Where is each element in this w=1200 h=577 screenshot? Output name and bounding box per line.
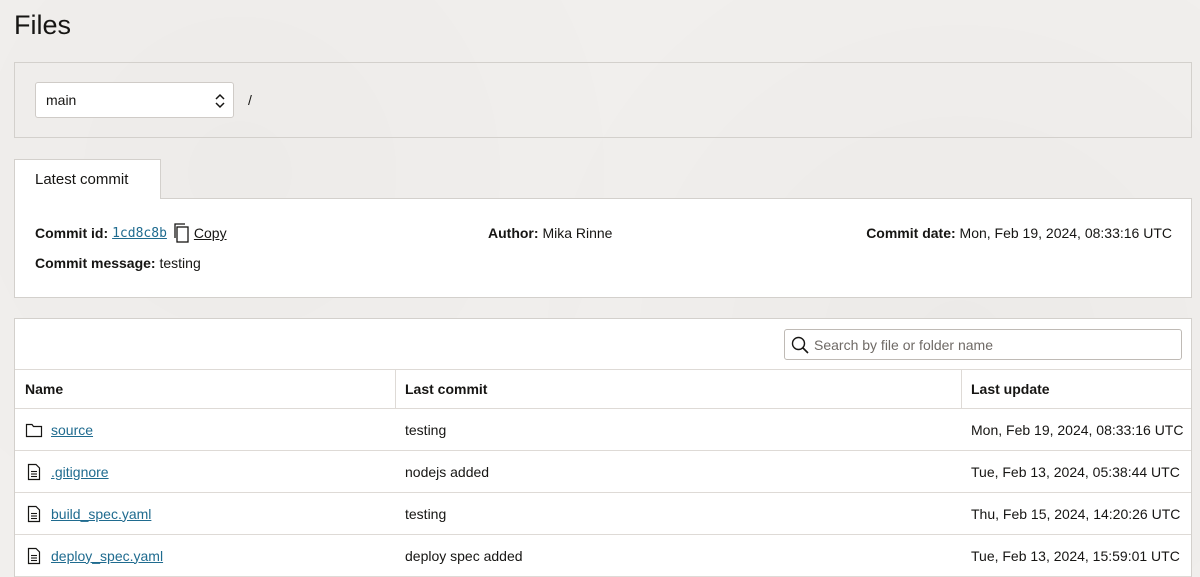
last-commit-cell: nodejs added [405,463,490,480]
file-name-cell: build_spec.yaml [25,493,395,534]
column-header-last-commit[interactable]: Last commit [405,370,965,408]
last-update-cell: Tue, Feb 13, 2024, 15:59:01 UTC [971,547,1180,564]
folder-icon [25,423,43,437]
commit-message-value: testing [159,255,201,271]
file-icon [27,505,41,522]
commit-date-value: Mon, Feb 19, 2024, 08:33:16 UTC [959,225,1172,241]
file-name-link[interactable]: build_spec.yaml [51,506,151,522]
commit-id-link[interactable]: 1cd8c8b [112,226,167,241]
last-update-cell: Thu, Feb 15, 2024, 14:20:26 UTC [971,505,1181,522]
path-separator: / [248,92,252,108]
commit-id-row: Commit id: 1cd8c8b Copy [35,223,227,243]
table-row: .gitignore nodejs added Tue, Feb 13, 2024,… [15,451,1191,493]
commit-date: Commit date: Mon, Feb 19, 2024, 08:33:16… [866,225,1172,241]
commit-message-label: Commit message: [35,255,156,271]
file-name-cell: source [25,409,395,450]
author-label: Author: [488,225,539,241]
copy-icon[interactable] [173,223,189,243]
file-icon [27,463,41,480]
search-icon [791,336,809,354]
table-header-row: Name Last commit Last update [15,369,1191,409]
files-table: Name Last commit Last update source testi… [15,369,1191,577]
files-panel: Search by file or folder name Name Last … [14,318,1192,577]
table-row: build_spec.yaml testing Thu, Feb 15, 2024,… [15,493,1191,535]
commit-date-label: Commit date: [866,225,956,241]
page-title: Files [14,10,72,40]
column-header-name[interactable]: Name [25,370,395,408]
tab-latest-commit[interactable]: Latest commit [14,159,161,199]
branch-panel: main / [14,62,1192,138]
branch-select[interactable]: main [35,82,234,118]
last-commit-cell: deploy spec added [405,547,523,564]
chevron-up-down-icon [215,93,225,109]
last-update-cell: Mon, Feb 19, 2024, 08:33:16 UTC [971,421,1184,438]
file-name-cell: .gitignore [25,451,395,492]
file-icon [27,547,41,564]
branch-select-value: main [46,92,77,108]
author-value: Mika Rinne [542,225,613,241]
search-field[interactable]: Search by file or folder name [784,329,1182,360]
last-commit-cell: testing [405,421,447,438]
table-row: deploy_spec.yaml deploy spec added Tue, Fe… [15,535,1191,577]
file-name-link[interactable]: .gitignore [51,464,109,480]
file-name-link[interactable]: deploy_spec.yaml [51,548,163,564]
column-header-last-update[interactable]: Last update [971,370,1191,408]
table-row: source testing Mon, Feb 19, 2024, 08:33:16… [15,409,1191,451]
commit-author: Author: Mika Rinne [488,225,612,241]
copy-button[interactable]: Copy [194,225,227,241]
commit-message: Commit message: testing [35,255,201,271]
file-name-link[interactable]: source [51,422,93,438]
search-input[interactable]: Search by file or folder name [814,337,993,353]
commit-panel: Commit id: 1cd8c8b Copy Author: Mika Rin… [14,198,1192,298]
last-update-cell: Tue, Feb 13, 2024, 05:38:44 UTC [971,463,1180,480]
file-name-cell: deploy_spec.yaml [25,535,395,576]
last-commit-cell: testing [405,505,447,522]
commit-id-label: Commit id: [35,225,109,241]
